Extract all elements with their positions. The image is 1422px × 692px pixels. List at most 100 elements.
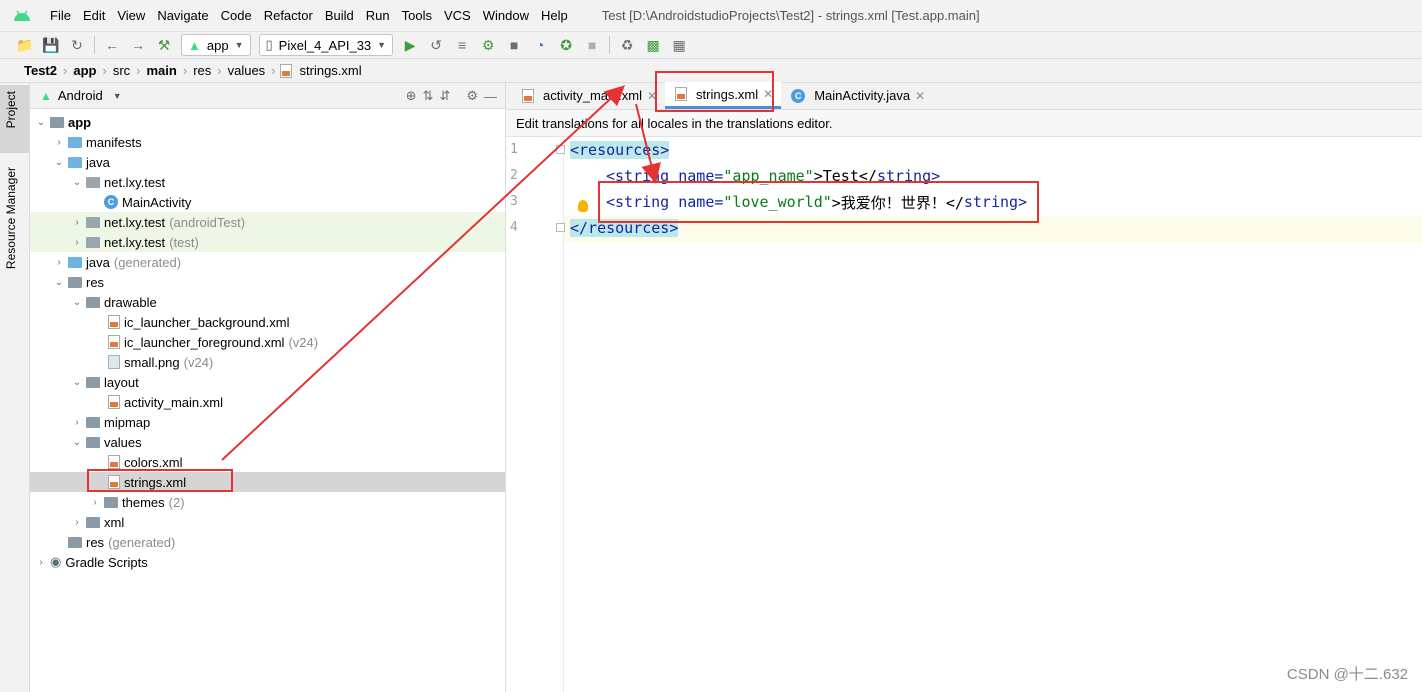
chevron-down-icon[interactable]: ⌄: [70, 377, 84, 388]
menu-code[interactable]: Code: [215, 0, 258, 31]
debug-icon[interactable]: ⚙: [475, 34, 501, 56]
chevron-right-icon[interactable]: ›: [88, 497, 102, 508]
fold-marker-icon[interactable]: [556, 223, 565, 232]
chevron-down-icon[interactable]: ▼: [113, 91, 122, 101]
intention-bulb-icon[interactable]: [578, 200, 588, 212]
package-icon: [86, 176, 100, 188]
tree-node[interactable]: › manifests: [30, 132, 505, 152]
tree-node[interactable]: ⌄ drawable: [30, 292, 505, 312]
folder-icon: [86, 296, 100, 308]
breadcrumb-item[interactable]: values: [224, 63, 270, 78]
menu-run[interactable]: Run: [360, 0, 396, 31]
project-view-select[interactable]: Android: [58, 88, 103, 103]
tree-node[interactable]: activity_main.xml: [30, 392, 505, 412]
close-icon[interactable]: ✕: [915, 89, 925, 103]
tree-label: xml: [104, 514, 125, 530]
tab-mainactivity-java[interactable]: C MainActivity.java ✕: [781, 82, 933, 109]
attach-debugger-icon[interactable]: ■: [501, 34, 527, 56]
device-select[interactable]: ▯ Pixel_4_API_33 ▼: [258, 34, 394, 56]
tree-node[interactable]: ic_launcher_foreground.xml (v24): [30, 332, 505, 352]
tree-node[interactable]: › mipmap: [30, 412, 505, 432]
tree-node[interactable]: › net.lxy.test (androidTest): [30, 212, 505, 232]
tree-node[interactable]: ic_launcher_background.xml: [30, 312, 505, 332]
chevron-right-icon[interactable]: ›: [70, 417, 84, 428]
breadcrumb-item[interactable]: res: [189, 63, 215, 78]
breadcrumb-item[interactable]: Test2: [20, 63, 61, 78]
menu-file[interactable]: File: [44, 0, 77, 31]
breadcrumb-separator: ›: [63, 63, 68, 78]
tree-node[interactable]: ⌄ res: [30, 272, 505, 292]
sdk-manager-icon[interactable]: ▦: [666, 34, 692, 56]
chevron-right-icon[interactable]: ›: [70, 237, 84, 248]
line-gutter: 1 2 3 4: [506, 137, 565, 692]
tree-node[interactable]: small.png (v24): [30, 352, 505, 372]
breadcrumb-item[interactable]: strings.xml: [296, 63, 366, 78]
tree-node[interactable]: ⌄ net.lxy.test: [30, 172, 505, 192]
chevron-down-icon[interactable]: ⌄: [70, 437, 84, 448]
chevron-right-icon[interactable]: ›: [52, 137, 66, 148]
menu-navigate[interactable]: Navigate: [151, 0, 214, 31]
tree-node[interactable]: res (generated): [30, 532, 505, 552]
tree-node[interactable]: › ◉ Gradle Scripts: [30, 552, 505, 572]
tree-node[interactable]: › themes (2): [30, 492, 505, 512]
menu-build[interactable]: Build: [319, 0, 360, 31]
breadcrumb-item[interactable]: main: [143, 63, 181, 78]
menu-tools[interactable]: Tools: [396, 0, 438, 31]
tree-node[interactable]: ⌄ java: [30, 152, 505, 172]
settings-gear-icon[interactable]: ⚙: [466, 88, 478, 104]
chevron-down-icon[interactable]: ⌄: [52, 277, 66, 288]
tree-node[interactable]: C MainActivity: [30, 192, 505, 212]
tree-suffix: (androidTest): [169, 214, 246, 230]
expand-all-icon[interactable]: ⇅: [423, 88, 434, 104]
menu-window[interactable]: Window: [477, 0, 535, 31]
profile-icon[interactable]: ◔: [527, 34, 553, 56]
resource-manager-tool-tab[interactable]: Resource Manager: [4, 167, 18, 269]
tree-label: app: [68, 114, 92, 130]
chevron-down-icon[interactable]: ⌄: [70, 177, 84, 188]
tree-node[interactable]: ⌄ layout: [30, 372, 505, 392]
locate-file-icon[interactable]: ⊕: [406, 88, 417, 104]
chevron-right-icon[interactable]: ›: [70, 517, 84, 528]
folder-icon: [86, 436, 100, 448]
translations-editor-banner[interactable]: Edit translations for all locales in the…: [506, 110, 1422, 137]
menu-refactor[interactable]: Refactor: [258, 0, 319, 31]
menu-view[interactable]: View: [111, 0, 151, 31]
coverage-icon[interactable]: ✪: [553, 34, 579, 56]
tree-node[interactable]: › xml: [30, 512, 505, 532]
line-number: 4: [510, 220, 518, 235]
menu-help[interactable]: Help: [535, 0, 574, 31]
breadcrumb-item[interactable]: src: [109, 63, 134, 78]
back-icon[interactable]: ←: [99, 34, 125, 56]
run-icon[interactable]: ▶: [397, 34, 423, 56]
project-tool-tab[interactable]: Project: [4, 91, 18, 128]
device-manager-icon[interactable]: ▩: [640, 34, 666, 56]
sync-gradle-icon[interactable]: ♻: [614, 34, 640, 56]
chevron-down-icon[interactable]: ⌄: [52, 157, 66, 168]
tree-node[interactable]: ⌄ app: [30, 112, 505, 132]
run-config-select[interactable]: ▲ app ▼: [181, 34, 251, 56]
save-icon[interactable]: 💾: [38, 34, 64, 56]
collapse-all-icon[interactable]: ⇵: [439, 88, 450, 104]
chevron-down-icon[interactable]: ⌄: [34, 117, 48, 128]
forward-icon[interactable]: →: [125, 34, 151, 56]
tree-node[interactable]: › net.lxy.test (test): [30, 232, 505, 252]
fold-marker-icon[interactable]: [556, 145, 565, 154]
open-folder-icon[interactable]: 📁: [12, 34, 38, 56]
breadcrumb-item[interactable]: app: [69, 63, 100, 78]
tree-node[interactable]: › java (generated): [30, 252, 505, 272]
stop-icon[interactable]: ■: [579, 34, 605, 56]
sync-icon[interactable]: ↻: [64, 34, 90, 56]
chevron-down-icon[interactable]: ⌄: [70, 297, 84, 308]
apply-code-changes-icon[interactable]: ≡: [449, 34, 475, 56]
chevron-right-icon[interactable]: ›: [52, 257, 66, 268]
tree-node[interactable]: ⌄ values: [30, 432, 505, 452]
build-hammer-icon[interactable]: ⚒: [151, 34, 177, 56]
chevron-right-icon[interactable]: ›: [34, 557, 48, 568]
tree-label: manifests: [86, 134, 142, 150]
apply-changes-icon[interactable]: ↺: [423, 34, 449, 56]
tab-activity-main-xml[interactable]: activity_main.xml ✕: [512, 82, 665, 109]
menu-vcs[interactable]: VCS: [438, 0, 477, 31]
chevron-right-icon[interactable]: ›: [70, 217, 84, 228]
hide-panel-icon[interactable]: —: [484, 89, 497, 104]
menu-edit[interactable]: Edit: [77, 0, 111, 31]
